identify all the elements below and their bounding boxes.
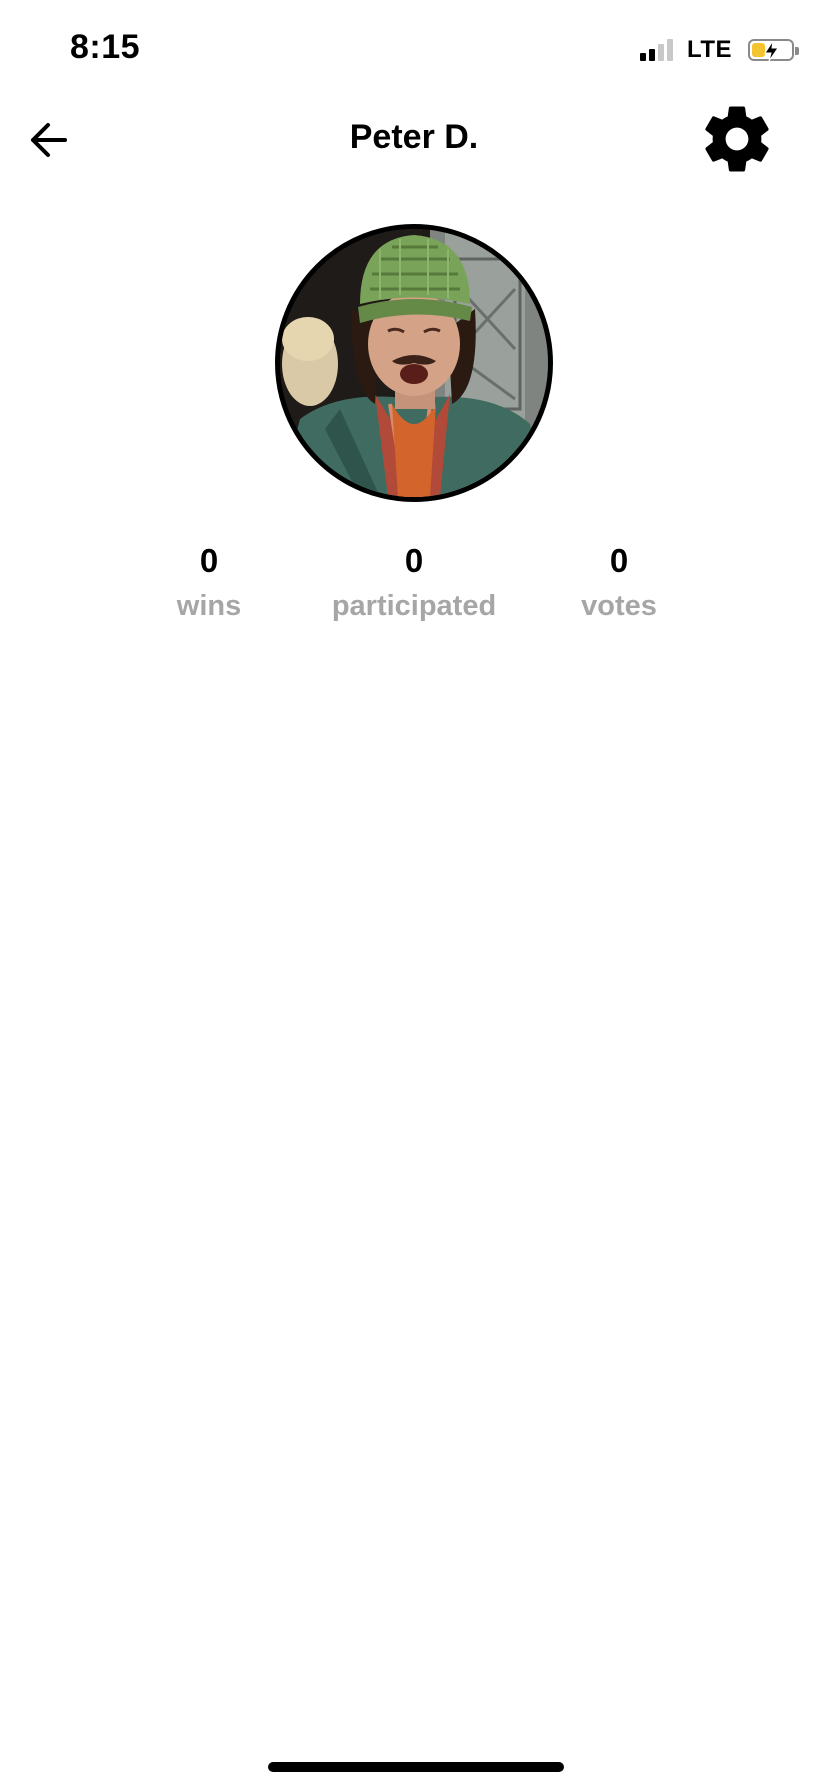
wins-label: wins: [176, 590, 242, 622]
settings-button[interactable]: [698, 100, 776, 178]
home-indicator[interactable]: [268, 1762, 564, 1772]
profile-avatar[interactable]: [275, 224, 553, 502]
navigation-header: Peter D.: [0, 96, 828, 186]
cellular-signal-icon: [639, 39, 673, 61]
network-type: LTE: [686, 36, 732, 63]
votes-label: votes: [581, 590, 657, 622]
participated-label: participated: [331, 590, 497, 622]
wins-count: 0: [199, 542, 219, 579]
participated-count: 0: [404, 542, 424, 579]
status-time: 8:15: [70, 28, 141, 66]
status-bar: 8:15 LTE: [0, 0, 828, 100]
status-indicators: LTE: [639, 36, 799, 64]
stat-wins[interactable]: 0 wins: [99, 540, 319, 624]
stat-participated[interactable]: 0 participated: [304, 540, 524, 624]
charging-bolt-icon: [764, 40, 779, 62]
stat-votes[interactable]: 0 votes: [509, 540, 729, 624]
battery-icon: [748, 39, 799, 62]
votes-count: 0: [609, 542, 629, 579]
gear-icon: [705, 106, 769, 172]
profile-photo: [280, 229, 548, 497]
